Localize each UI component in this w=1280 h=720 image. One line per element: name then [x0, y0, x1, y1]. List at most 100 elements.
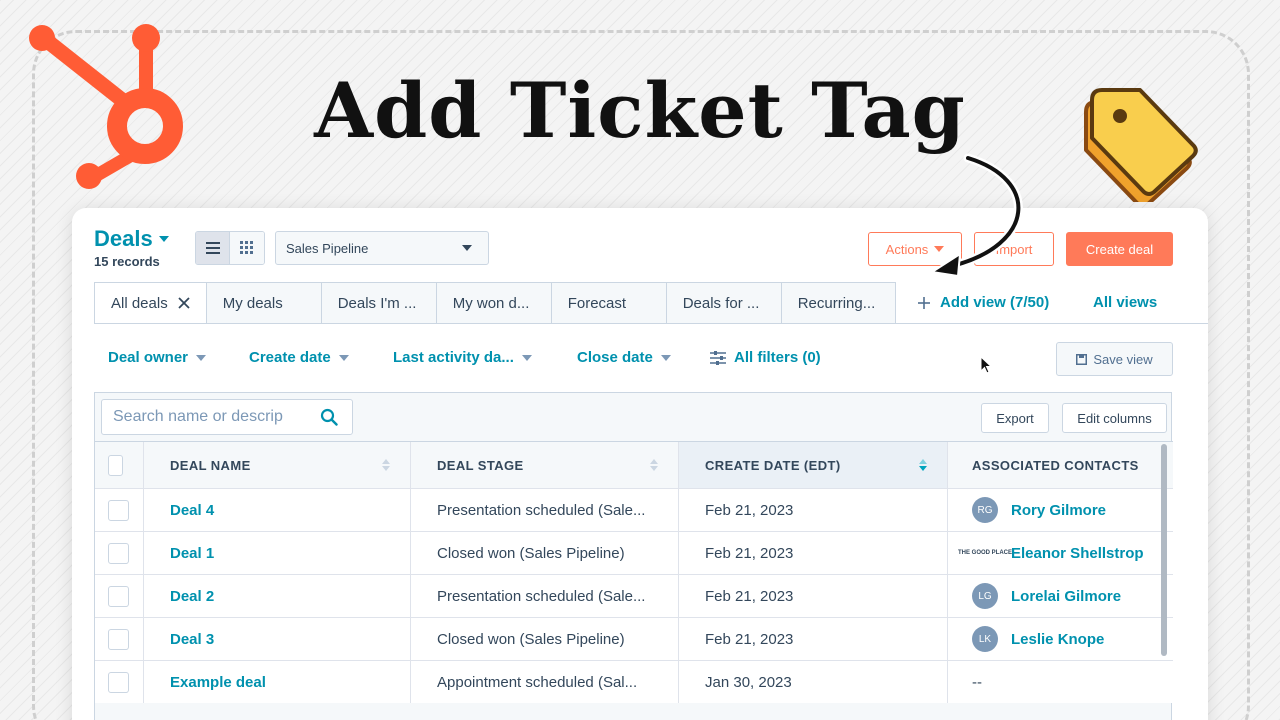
table-row: Deal 4 Presentation scheduled (Sale... F…	[95, 488, 1173, 531]
tabs-divider	[94, 323, 1208, 324]
deal-name-link[interactable]: Deal 4	[170, 502, 214, 519]
create-deal-button[interactable]: Create deal	[1066, 232, 1173, 266]
create-date-cell: Jan 30, 2023	[679, 661, 948, 703]
board-view-button[interactable]	[230, 232, 264, 264]
avatar-logo-text: THE GOOD PLACE	[958, 550, 1013, 556]
row-checkbox[interactable]	[108, 585, 129, 607]
save-view-button[interactable]: Save view	[1056, 342, 1173, 376]
all-filters-button[interactable]: All filters (0)	[710, 349, 821, 366]
pipeline-select-value: Sales Pipeline	[286, 240, 369, 256]
chevron-down-icon	[462, 245, 472, 251]
tab-all-deals[interactable]: All deals	[94, 282, 207, 324]
contact-cell: LG Lorelai Gilmore	[948, 575, 1173, 617]
column-header-deal-name[interactable]: DEAL NAME	[144, 442, 411, 488]
tab-recurring[interactable]: Recurring...	[781, 282, 896, 324]
export-button[interactable]: Export	[981, 403, 1049, 433]
deal-name-link[interactable]: Deal 1	[170, 545, 214, 562]
contact-cell: LK Leslie Knope	[948, 618, 1173, 660]
avatar: LK	[972, 626, 998, 652]
list-view-button[interactable]	[196, 232, 230, 264]
table-row: Example deal Appointment scheduled (Sal.…	[95, 660, 1173, 703]
grid-icon	[240, 241, 253, 254]
tab-my-deals[interactable]: My deals	[206, 282, 322, 324]
table-scrollbar[interactable]	[1161, 444, 1167, 656]
deal-name-link[interactable]: Example deal	[170, 674, 266, 691]
tab-forecast[interactable]: Forecast	[551, 282, 667, 324]
deals-table-panel: Search name or descrip Export Edit colum…	[94, 392, 1173, 720]
tab-deals-im[interactable]: Deals I'm ...	[321, 282, 437, 324]
deal-stage-cell: Appointment scheduled (Sal...	[411, 661, 679, 703]
view-toggle	[195, 231, 265, 265]
tab-deals-for[interactable]: Deals for ...	[666, 282, 782, 324]
deals-title-dropdown[interactable]: Deals	[94, 226, 169, 252]
contact-link[interactable]: Rory Gilmore	[1011, 502, 1106, 519]
column-header-associated-contacts[interactable]: ASSOCIATED CONTACTS	[948, 442, 1173, 488]
all-filters-label: All filters (0)	[734, 349, 821, 366]
contact-cell: --	[972, 673, 982, 691]
contact-link[interactable]: Leslie Knope	[1011, 631, 1104, 648]
checkbox-cell	[95, 532, 144, 574]
checkbox-cell	[95, 661, 144, 703]
deal-stage-cell: Closed won (Sales Pipeline)	[411, 618, 679, 660]
close-date-filter[interactable]: Close date	[577, 349, 671, 366]
close-icon[interactable]	[178, 297, 190, 309]
deal-name-link[interactable]: Deal 2	[170, 588, 214, 605]
search-icon	[320, 408, 338, 426]
create-date-filter[interactable]: Create date	[249, 349, 349, 366]
edit-columns-button[interactable]: Edit columns	[1062, 403, 1167, 433]
sort-descending-icon	[919, 459, 927, 471]
company-logo-avatar: THE GOOD PLACE	[958, 540, 1012, 566]
deal-stage-cell: Presentation scheduled (Sale...	[411, 575, 679, 617]
tab-my-won-deals[interactable]: My won d...	[436, 282, 552, 324]
records-count: 15 records	[94, 254, 160, 269]
column-header-deal-stage[interactable]: DEAL STAGE	[411, 442, 679, 488]
column-label: CREATE DATE (EDT)	[705, 457, 841, 473]
contact-cell: RG Rory Gilmore	[948, 489, 1173, 531]
row-checkbox[interactable]	[108, 542, 129, 564]
deal-name-link[interactable]: Deal 3	[170, 631, 214, 648]
filter-label: Create date	[249, 349, 331, 366]
column-label: DEAL STAGE	[437, 457, 524, 473]
deal-name-cell: Deal 3	[144, 618, 411, 660]
row-checkbox[interactable]	[108, 671, 129, 693]
column-label: ASSOCIATED CONTACTS	[972, 457, 1139, 473]
row-checkbox[interactable]	[108, 628, 129, 650]
add-view-label: Add view (7/50)	[940, 294, 1050, 311]
checkbox-cell	[95, 575, 144, 617]
filter-sliders-icon	[710, 350, 726, 365]
deal-stage-cell: Closed won (Sales Pipeline)	[411, 532, 679, 574]
deal-name-cell: Deal 4	[144, 489, 411, 531]
column-header-create-date[interactable]: CREATE DATE (EDT)	[679, 442, 948, 488]
filter-label: Last activity da...	[393, 349, 514, 366]
contact-link[interactable]: Eleanor Shellstrop	[1011, 545, 1144, 562]
avatar: RG	[972, 497, 998, 523]
create-date-cell: Feb 21, 2023	[679, 532, 948, 574]
contact-link[interactable]: Lorelai Gilmore	[1011, 588, 1121, 605]
create-date-cell: Feb 21, 2023	[679, 489, 948, 531]
chevron-down-icon	[196, 354, 207, 361]
table-row: Deal 2 Presentation scheduled (Sale... F…	[95, 574, 1173, 617]
all-views-link[interactable]: All views	[1093, 294, 1157, 311]
chevron-down-icon	[521, 354, 532, 361]
column-label: DEAL NAME	[170, 457, 251, 473]
search-input[interactable]: Search name or descrip	[101, 399, 353, 435]
search-placeholder: Search name or descrip	[113, 408, 283, 425]
mouse-cursor-icon	[980, 356, 992, 374]
chevron-down-icon	[338, 354, 349, 361]
create-date-cell: Feb 21, 2023	[679, 575, 948, 617]
save-view-label: Save view	[1093, 351, 1153, 367]
select-all-checkbox[interactable]	[108, 454, 123, 476]
deals-table: DEAL NAME DEAL STAGE CREATE DATE (EDT) A…	[95, 441, 1173, 703]
last-activity-filter[interactable]: Last activity da...	[393, 349, 532, 366]
contact-cell: THE GOOD PLACE Eleanor Shellstrop	[948, 532, 1173, 574]
filter-label: Close date	[577, 349, 653, 366]
list-icon	[205, 242, 220, 254]
tab-label: All deals	[111, 294, 168, 312]
save-icon	[1076, 353, 1088, 365]
row-checkbox[interactable]	[108, 499, 129, 521]
pipeline-select[interactable]: Sales Pipeline	[275, 231, 489, 265]
add-view-button[interactable]: Add view (7/50)	[918, 294, 1049, 311]
deal-owner-filter[interactable]: Deal owner	[108, 349, 207, 366]
tag-icon	[1084, 88, 1198, 202]
deal-name-cell: Deal 1	[144, 532, 411, 574]
